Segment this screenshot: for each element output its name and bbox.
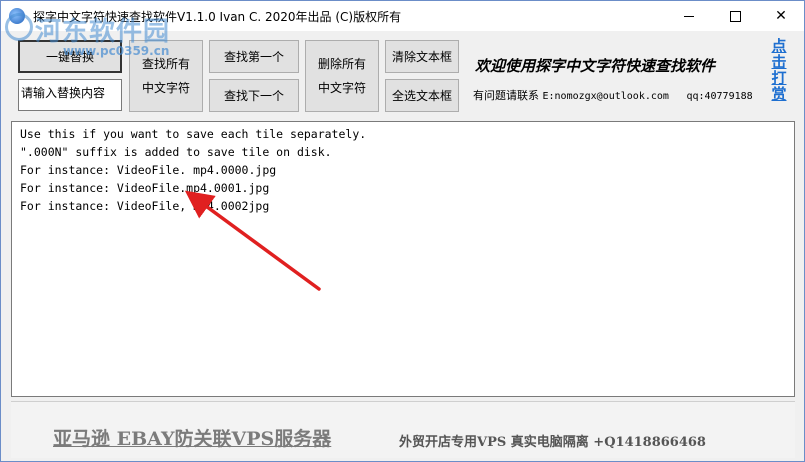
replace-input[interactable]: 请输入替换内容 <box>18 79 122 111</box>
minimize-icon <box>684 15 694 17</box>
close-button[interactable]: ✕ <box>758 1 804 31</box>
find-all-chinese-button[interactable]: 查找所有 中文字符 <box>129 40 203 112</box>
clear-text-label: 清除文本框 <box>391 49 452 64</box>
find-next-label: 查找下一个 <box>223 88 284 103</box>
find-next-button[interactable]: 查找下一个 <box>209 79 299 112</box>
app-icon <box>9 8 25 24</box>
select-all-button[interactable]: 全选文本框 <box>385 79 459 112</box>
delete-all-chinese-button[interactable]: 删除所有 中文字符 <box>305 40 379 112</box>
find-first-label: 查找第一个 <box>223 49 284 64</box>
ad-main-link[interactable]: 亚马逊 EBAY防关联VPS服务器 <box>53 424 331 451</box>
ad-panel: 亚马逊 EBAY防关联VPS服务器 外贸开店专用VPS 真实电脑隔离 +Q141… <box>11 401 795 458</box>
contact-info: 有问题请联系 E:nomozgx@outlook.com qq:40779188 <box>473 87 753 103</box>
editor-line: For instance: VideoFile.mp4.0001.jpg <box>20 181 270 195</box>
reward-link[interactable]: 点击打赏 <box>768 38 790 102</box>
title-bar: 探字中文字符快速查找软件V1.1.0 Ivan C. 2020年出品 (C)版权… <box>1 1 804 31</box>
maximize-button[interactable] <box>712 1 758 31</box>
minimize-button[interactable] <box>666 1 712 31</box>
clear-text-button[interactable]: 清除文本框 <box>385 40 459 73</box>
ad-subtext: 外贸开店专用VPS 真实电脑隔离 +Q1418866468 <box>399 435 706 450</box>
replace-all-button[interactable]: 一键替换 <box>18 40 122 73</box>
contact-qq: qq:40779188 <box>686 91 753 102</box>
delete-all-label-line2: 中文字符 <box>317 81 366 95</box>
editor-line: For instance: VideoFile. mp4.0000.jpg <box>20 163 277 177</box>
contact-email: E:nomozgx@outlook.com <box>542 91 669 102</box>
editor-line: Use this if you want to save each tile s… <box>20 127 367 141</box>
editor-line: For instance: VideoFile, mp4.0002jpg <box>20 199 270 213</box>
welcome-banner: 欢迎使用探字中文字符快速查找软件 <box>475 57 716 75</box>
window-title: 探字中文字符快速查找软件V1.1.0 Ivan C. 2020年出品 (C)版权… <box>33 10 402 24</box>
maximize-icon <box>729 10 741 22</box>
app-window: 探字中文字符快速查找软件V1.1.0 Ivan C. 2020年出品 (C)版权… <box>0 0 805 462</box>
find-first-button[interactable]: 查找第一个 <box>209 40 299 73</box>
close-icon: ✕ <box>775 8 787 24</box>
editor-line: ".000N" suffix is added to save tile on … <box>20 145 332 159</box>
replace-all-label: 一键替换 <box>45 49 94 64</box>
contact-prefix: 有问题请联系 <box>473 89 543 102</box>
select-all-label: 全选文本框 <box>391 88 452 103</box>
find-all-label-line1: 查找所有 <box>141 57 190 71</box>
replace-input-value: 请输入替换内容 <box>21 86 106 100</box>
main-text-area[interactable]: Use this if you want to save each tile s… <box>11 121 795 397</box>
find-all-label-line2: 中文字符 <box>141 81 190 95</box>
delete-all-label-line1: 删除所有 <box>317 57 366 71</box>
